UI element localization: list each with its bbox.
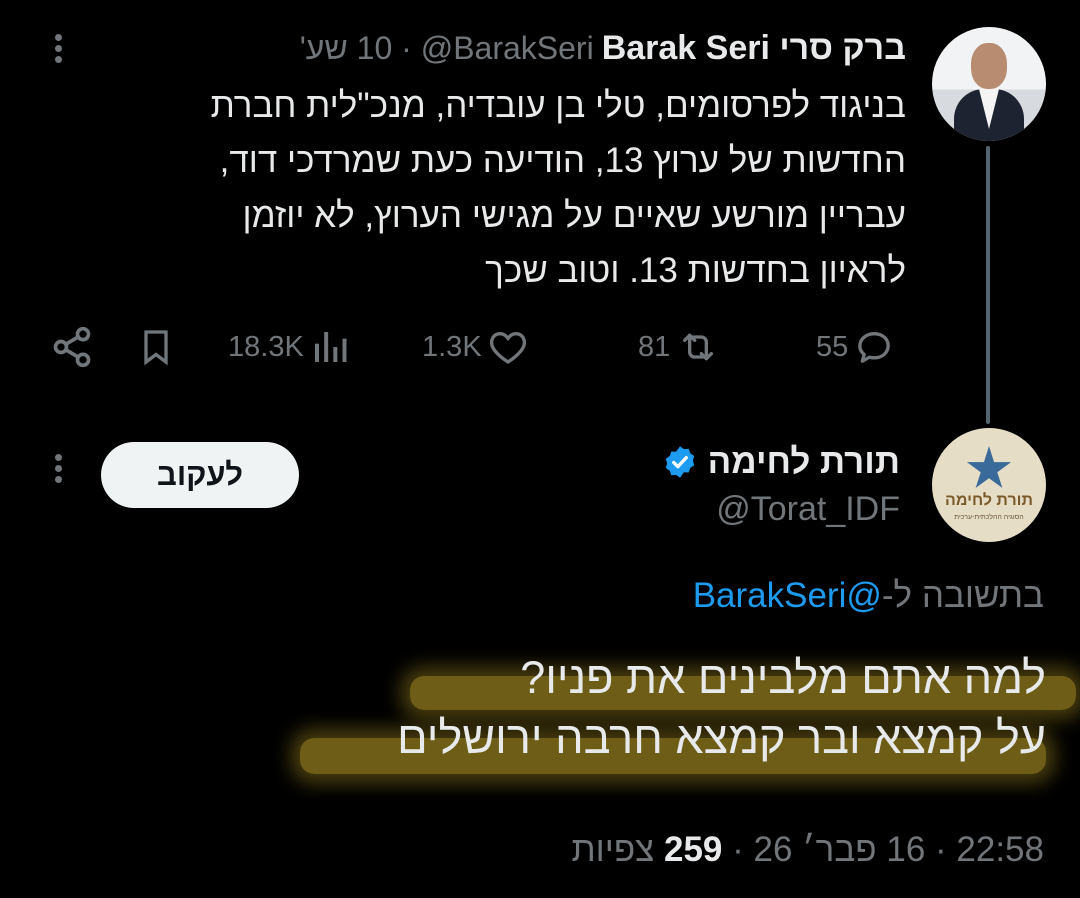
like-count: 1.3K <box>422 330 482 363</box>
tweet-text-line: על קמצא ובר קמצא חרבה ירושלים <box>397 712 1046 763</box>
verified-badge-icon <box>665 446 694 478</box>
handle[interactable]: @BarakSeri <box>421 30 594 66</box>
tweet-date[interactable]: 16 פבר׳ 26 <box>754 830 926 869</box>
share-button[interactable] <box>50 322 94 372</box>
more-options-icon[interactable] <box>48 450 68 490</box>
tweet-text-line: עבריין מורשע שאיים על מגישי הערוץ, לא יו… <box>242 196 907 235</box>
heart-icon <box>489 331 526 364</box>
reply-button[interactable]: 55 <box>816 322 894 372</box>
tweet-text: למה אתם מלבינים את פניו? על קמצא ובר קמצ… <box>146 648 1046 768</box>
display-name[interactable]: ברק סרי Barak Seri <box>602 29 906 68</box>
display-name[interactable]: תורת לחימה <box>708 442 900 482</box>
share-icon <box>53 326 91 368</box>
analytics-icon <box>314 332 347 362</box>
bookmark-button[interactable] <box>136 322 176 372</box>
tweet-time[interactable]: 22:58 <box>956 830 1044 869</box>
views-count: 259 <box>664 830 723 869</box>
handle[interactable]: @Torat_IDF <box>716 490 900 529</box>
handle-and-time: 10 שע' · @BarakSeri <box>299 29 594 66</box>
tweet-header: ברק סרי Barak Seri 10 שע' · @BarakSeri <box>300 26 906 70</box>
replying-to: בתשובה ל-@BarakSeri <box>693 576 1044 616</box>
tweet-time[interactable]: 10 שע' <box>300 30 393 66</box>
tweet-text-line: למה אתם מלבינים את פניו? <box>520 652 1046 703</box>
tweet-text: בניגוד לפרסומים, טלי בן עובדיה, מנכ"לית … <box>46 78 906 298</box>
tweet-text-line: בניגוד לפרסומים, טלי בן עובדיה, מנכ"לית … <box>210 86 906 125</box>
avatar[interactable] <box>932 27 1046 141</box>
tweet-text-line: החדשות של ערוץ 13, הודיעה כעת שמרדכי דוד… <box>219 141 906 180</box>
avatar-head <box>971 43 1007 89</box>
bookmark-icon <box>144 330 168 366</box>
avatar-logo-subtext: הסוגיה ההלכתית-ערכית <box>954 514 1024 521</box>
tweet-text-line: לראיון בחדשות 13. וטוב שכך <box>485 251 906 290</box>
retweet-button[interactable]: 81 <box>638 322 720 372</box>
star-of-david-logo <box>966 446 1012 488</box>
tweet-actions: 18.3K 1.3K 81 55 <box>50 322 908 372</box>
views-button[interactable]: 18.3K <box>228 322 350 372</box>
avatar-logo-text: תורת לחימה <box>945 492 1033 509</box>
thread-connector-line <box>986 146 990 424</box>
tweet-footer: 22:58 · 16 פבר׳ 26 · 259 צפיות <box>571 830 1044 869</box>
like-button[interactable]: 1.3K <box>422 322 528 372</box>
retweet-count: 81 <box>638 330 671 363</box>
mention-link[interactable]: @BarakSeri <box>693 576 882 615</box>
views-label: צפיות <box>571 830 655 869</box>
reply-icon <box>858 332 891 363</box>
views-count: 18.3K <box>228 330 304 363</box>
reply-count: 55 <box>816 330 849 363</box>
tweet-header: תורת לחימה <box>662 438 900 486</box>
replying-to-label: בתשובה ל- <box>881 576 1044 615</box>
retweet-icon <box>683 333 714 361</box>
avatar[interactable]: תורת לחימה הסוגיה ההלכתית-ערכית <box>932 428 1046 542</box>
more-options-icon[interactable] <box>48 30 68 70</box>
follow-button[interactable]: לעקוב <box>101 442 299 508</box>
